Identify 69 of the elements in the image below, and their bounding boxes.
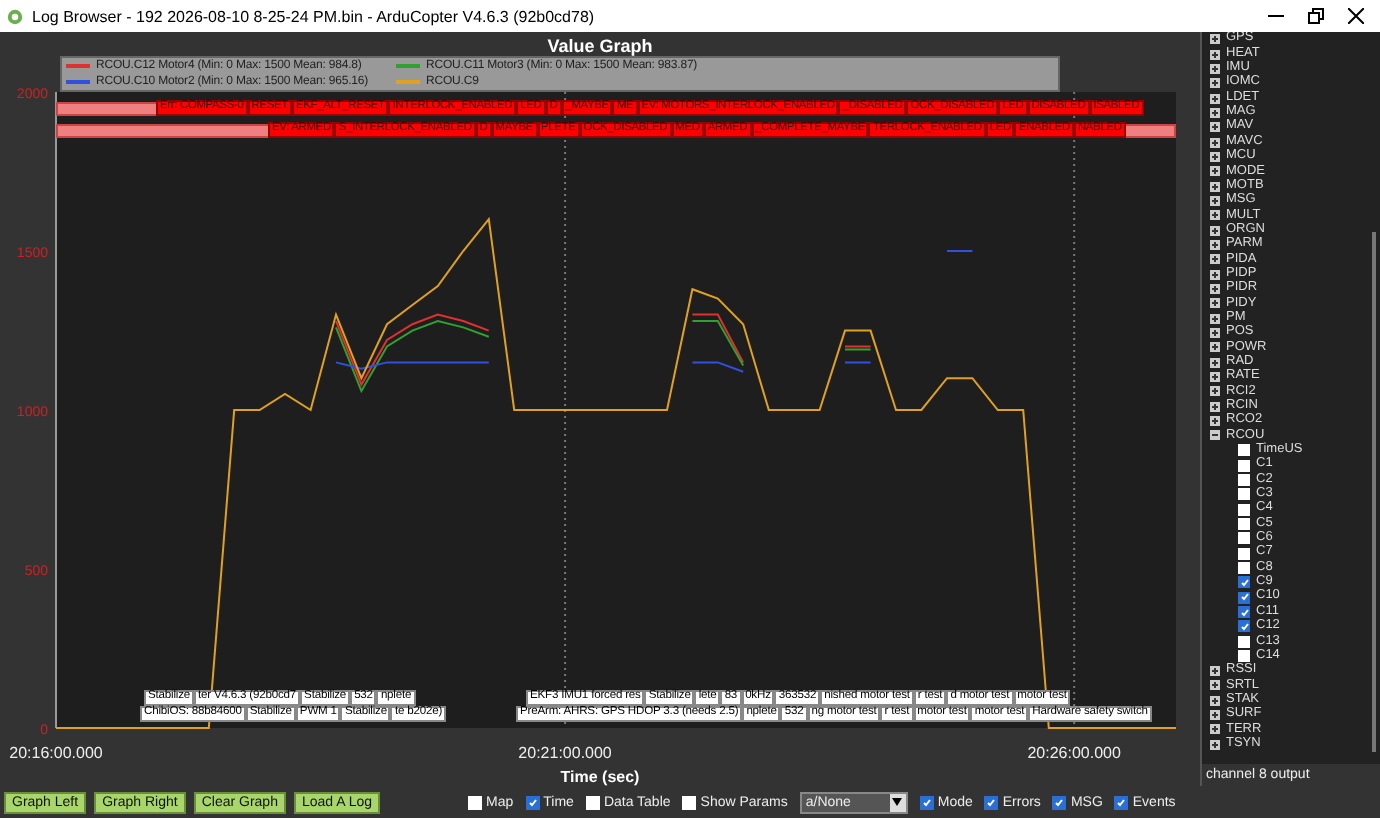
checkbox[interactable] (468, 795, 483, 809)
checkbox[interactable] (1238, 576, 1250, 589)
expand-icon[interactable] (1210, 269, 1220, 280)
expand-icon[interactable] (1210, 342, 1220, 353)
window-title: Log Browser - 192 2026-08-10 8-25-24 PM.bin - ArduCopter V4.6.3 (92b0cd78) (32, 7, 597, 25)
checkbox[interactable] (1052, 795, 1067, 809)
checkbox[interactable] (1238, 503, 1250, 516)
checkbox[interactable] (1238, 650, 1250, 663)
expand-icon[interactable] (1210, 695, 1220, 706)
x-tick-label: 20:26:00.000 (1027, 744, 1121, 762)
expand-icon[interactable] (1210, 372, 1220, 383)
expand-icon[interactable] (1210, 665, 1220, 676)
expand-icon[interactable] (1210, 724, 1220, 735)
x-tick-label: 20:21:00.000 (518, 744, 612, 762)
checkbox[interactable] (1238, 488, 1250, 501)
checkbox[interactable] (1238, 459, 1250, 472)
checkbox[interactable] (1238, 473, 1250, 486)
chart-title: Value Graph (547, 36, 653, 56)
collapse-icon[interactable] (1210, 430, 1220, 441)
checkbox[interactable] (682, 795, 697, 809)
expand-icon[interactable] (1210, 107, 1220, 118)
expand-icon[interactable] (1210, 680, 1220, 691)
checkbox[interactable] (1114, 795, 1129, 809)
checkbox[interactable] (1238, 444, 1250, 457)
expand-icon[interactable] (1210, 93, 1220, 104)
expand-icon[interactable] (1210, 63, 1220, 74)
expand-icon[interactable] (1210, 34, 1220, 45)
expand-icon[interactable] (1210, 357, 1220, 368)
checkbox[interactable] (1238, 620, 1250, 633)
restore-icon[interactable] (1308, 8, 1324, 24)
app-logo-icon (6, 7, 24, 25)
event-bar (56, 102, 160, 116)
checkbox[interactable] (919, 795, 934, 809)
expand-icon[interactable] (1210, 416, 1220, 427)
expand-icon[interactable] (1210, 739, 1220, 750)
expand-icon[interactable] (1210, 254, 1220, 265)
expand-icon[interactable] (1210, 386, 1220, 397)
expand-icon[interactable] (1210, 78, 1220, 89)
checkbox[interactable] (984, 795, 999, 809)
expand-icon[interactable] (1210, 122, 1220, 133)
caret-icon (889, 793, 906, 811)
expand-icon[interactable] (1210, 166, 1220, 177)
expand-icon[interactable] (1210, 239, 1220, 250)
checkbox[interactable] (1238, 518, 1250, 531)
expand-icon[interactable] (1210, 328, 1220, 339)
expand-icon[interactable] (1210, 225, 1220, 236)
expand-icon[interactable] (1210, 298, 1220, 309)
expand-icon[interactable] (1210, 313, 1220, 324)
scrollbar-thumb[interactable] (1372, 232, 1376, 752)
close-icon[interactable] (1348, 8, 1364, 24)
checkbox[interactable] (1238, 635, 1250, 648)
expand-icon[interactable] (1210, 401, 1220, 412)
checkbox[interactable] (1238, 562, 1250, 575)
expand-icon[interactable] (1210, 49, 1220, 60)
checkbox[interactable] (525, 795, 540, 809)
x-tick-label: 20:16:00.000 (9, 744, 103, 762)
expand-icon[interactable] (1210, 181, 1220, 192)
expand-icon[interactable] (1210, 137, 1220, 148)
checkbox[interactable] (1238, 532, 1250, 545)
checkbox[interactable] (585, 795, 600, 809)
expand-icon[interactable] (1210, 284, 1220, 295)
checkbox[interactable] (1238, 591, 1250, 604)
x-axis-label: Time (sec) (560, 768, 640, 786)
expand-icon[interactable] (1210, 195, 1220, 206)
checkbox[interactable] (1238, 547, 1250, 560)
checkbox[interactable] (1238, 606, 1250, 619)
expand-icon[interactable] (1210, 151, 1220, 162)
expand-icon[interactable] (1210, 210, 1220, 221)
expand-icon[interactable] (1210, 709, 1220, 720)
